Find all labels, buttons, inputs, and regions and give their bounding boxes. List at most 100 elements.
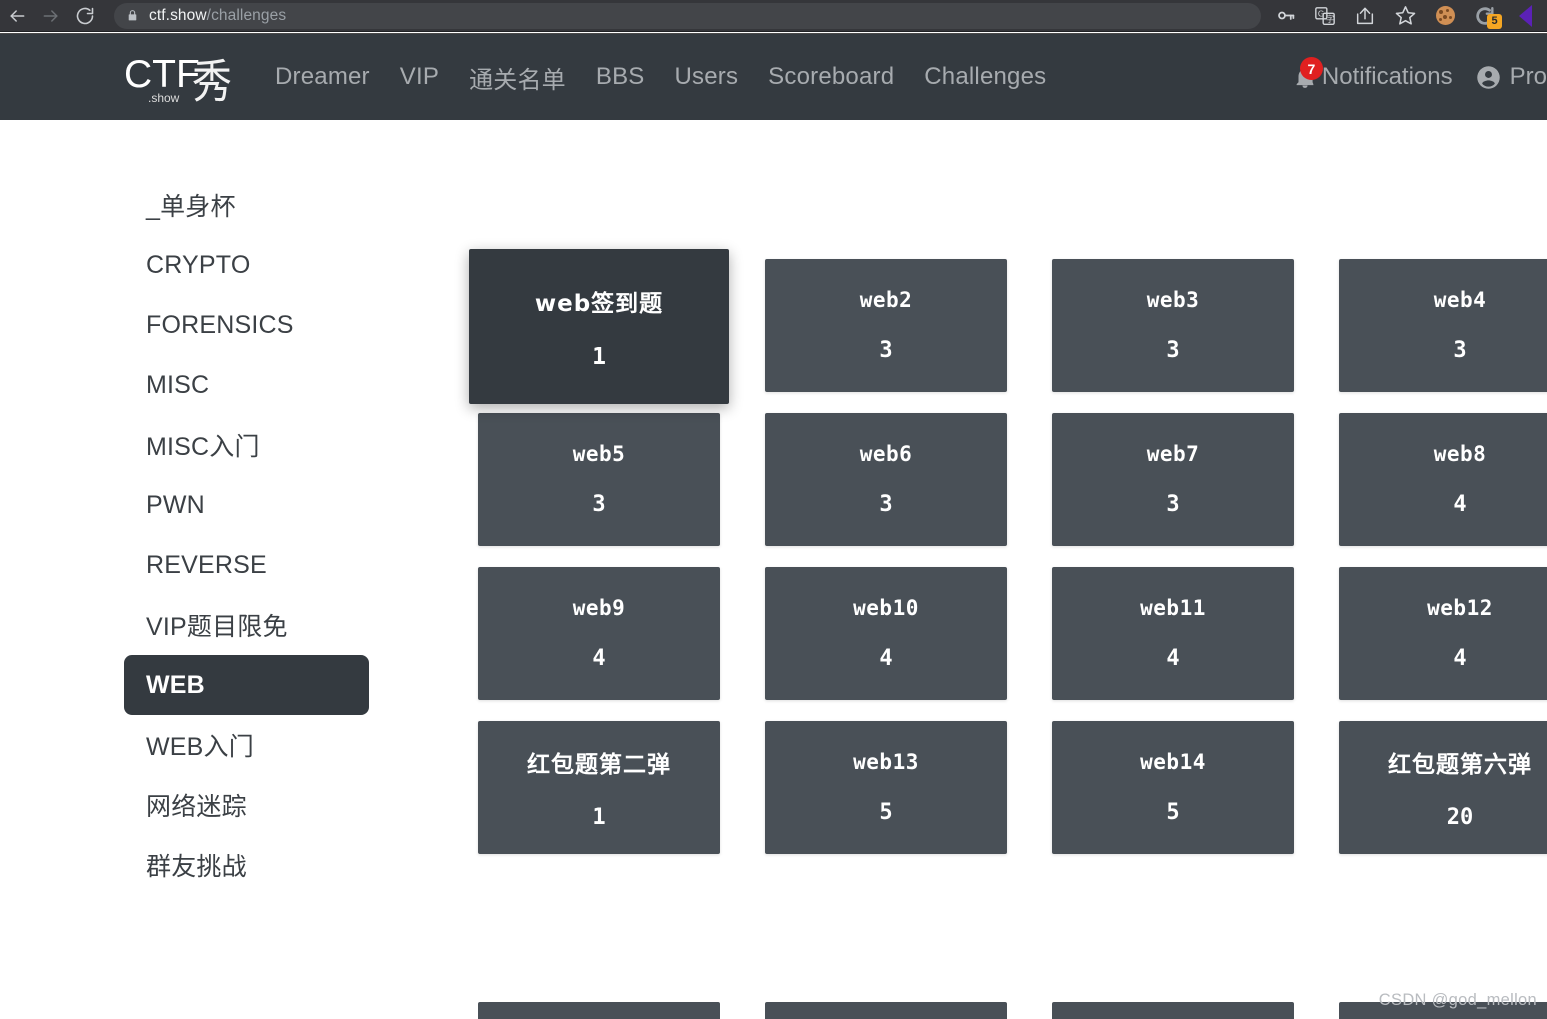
challenge-card[interactable]: web4 3 — [1339, 259, 1547, 392]
site-logo[interactable]: CTF .show 秀 — [124, 47, 232, 109]
sidebar-item-forensics[interactable]: FORENSICS — [124, 295, 369, 355]
challenge-title: web11 — [1140, 596, 1206, 620]
challenge-card[interactable] — [478, 1002, 720, 1019]
challenge-card[interactable] — [1052, 1002, 1294, 1019]
nav-item-challenges[interactable]: Challenges — [909, 63, 1061, 91]
forward-button[interactable] — [34, 1, 68, 31]
challenge-score: 3 — [879, 338, 893, 363]
person-icon — [1475, 64, 1502, 91]
category-sidebar: _单身杯 CRYPTO FORENSICS MISC MISC入门 PWN RE… — [124, 175, 369, 895]
challenge-score: 4 — [592, 646, 606, 671]
profile-label: Pro — [1509, 63, 1547, 90]
challenge-title: 红包题第六弹 — [1388, 752, 1532, 778]
challenge-grid: web签到题 1 web2 3 web3 3 web4 3 web5 3 web… — [469, 249, 1547, 854]
challenge-score: 4 — [1453, 492, 1467, 517]
challenge-card[interactable]: web14 5 — [1052, 721, 1294, 854]
site-navbar: CTF .show 秀 Dreamer VIP 通关名单 BBS Users S… — [0, 33, 1547, 120]
sidebar-item-reverse[interactable]: REVERSE — [124, 535, 369, 595]
back-button[interactable] — [0, 1, 34, 31]
reload-button[interactable] — [68, 1, 102, 31]
extension-badge-count: 5 — [1487, 13, 1502, 29]
challenge-card[interactable]: 红包题第六弹 20 — [1339, 721, 1547, 854]
translate-icon[interactable]: G字 — [1305, 1, 1345, 31]
challenge-score: 5 — [1166, 800, 1180, 825]
challenge-card[interactable]: web2 3 — [765, 259, 1007, 392]
sidebar-item-misc-intro[interactable]: MISC入门 — [124, 415, 369, 475]
nav-item-dreamer[interactable]: Dreamer — [260, 63, 385, 91]
logo-subtext: .show — [148, 91, 180, 105]
challenge-title: 红包题第二弹 — [527, 752, 671, 778]
challenge-card[interactable]: web签到题 1 — [469, 249, 729, 404]
challenge-card[interactable] — [765, 1002, 1007, 1019]
challenge-title: web14 — [1140, 750, 1206, 774]
challenge-card[interactable]: web6 3 — [765, 413, 1007, 546]
watermark-text: CSDN @god_mellon — [1378, 991, 1537, 1009]
challenge-score: 3 — [1166, 338, 1180, 363]
challenge-title: web10 — [853, 596, 919, 620]
challenge-title: web3 — [1146, 288, 1200, 312]
challenge-card[interactable]: web3 3 — [1052, 259, 1294, 392]
challenge-cell: web签到题 1 — [469, 249, 729, 404]
nav-item-bbs[interactable]: BBS — [581, 63, 660, 91]
nav-item-pass-list[interactable]: 通关名单 — [454, 60, 581, 95]
challenge-card[interactable]: web9 4 — [478, 567, 720, 700]
url-host: ctf.show — [149, 6, 207, 24]
browser-toolbar: ctf.show/challenges G字 5 — [0, 0, 1547, 32]
url-text: ctf.show/challenges — [149, 7, 286, 25]
svg-text:字: 字 — [1326, 13, 1334, 23]
challenge-title: web7 — [1146, 442, 1200, 466]
cookie-glyph — [1435, 6, 1455, 25]
notifications-label: Notifications — [1321, 63, 1453, 90]
challenge-card[interactable]: web11 4 — [1052, 567, 1294, 700]
challenge-score: 4 — [1166, 646, 1180, 671]
sidebar-item-web-intro[interactable]: WEB入门 — [124, 715, 369, 775]
challenge-card[interactable]: web13 5 — [765, 721, 1007, 854]
reload-icon — [75, 6, 95, 26]
challenge-card[interactable]: web8 4 — [1339, 413, 1547, 546]
challenge-card[interactable]: web5 3 — [478, 413, 720, 546]
challenge-score: 3 — [1166, 492, 1180, 517]
sidebar-item-misc[interactable]: MISC — [124, 355, 369, 415]
purple-extension-icon[interactable] — [1505, 1, 1545, 31]
challenge-card[interactable]: web7 3 — [1052, 413, 1294, 546]
password-key-icon[interactable] — [1265, 1, 1305, 31]
sidebar-item-web[interactable]: WEB — [124, 655, 369, 715]
challenge-score: 5 — [879, 800, 893, 825]
bookmark-star-icon[interactable] — [1385, 1, 1425, 31]
challenge-card[interactable]: web12 4 — [1339, 567, 1547, 700]
url-path: /challenges — [206, 6, 287, 24]
cookie-icon[interactable] — [1425, 1, 1465, 31]
sidebar-item-crypto[interactable]: CRYPTO — [124, 235, 369, 295]
challenge-title: web12 — [1427, 596, 1493, 620]
challenge-score: 3 — [1453, 338, 1467, 363]
challenge-card[interactable]: 红包题第二弹 1 — [478, 721, 720, 854]
sidebar-item-group-challenge[interactable]: 群友挑战 — [124, 835, 369, 895]
extension-icons: G字 5 — [1265, 1, 1547, 31]
primary-nav: Dreamer VIP 通关名单 BBS Users Scoreboard Ch… — [260, 60, 1061, 95]
profile-button[interactable]: Pro — [1475, 63, 1547, 91]
forward-arrow-icon — [41, 6, 61, 26]
challenge-title: web4 — [1433, 288, 1487, 312]
challenge-title: web13 — [853, 750, 919, 774]
clear-cache-icon[interactable]: 5 — [1465, 1, 1505, 31]
address-bar[interactable]: ctf.show/challenges — [114, 2, 1261, 29]
challenge-score: 1 — [592, 805, 606, 830]
challenge-card[interactable]: web10 4 — [765, 567, 1007, 700]
challenge-score: 3 — [879, 492, 893, 517]
sidebar-item-vip-free[interactable]: VIP题目限免 — [124, 595, 369, 655]
nav-item-users[interactable]: Users — [660, 63, 754, 91]
share-icon[interactable] — [1345, 1, 1385, 31]
page-body: _单身杯 CRYPTO FORENSICS MISC MISC入门 PWN RE… — [0, 120, 1547, 1019]
challenge-score: 1 — [592, 343, 606, 370]
sidebar-item-danshenbei[interactable]: _单身杯 — [124, 175, 369, 235]
sidebar-item-network-trace[interactable]: 网络迷踪 — [124, 775, 369, 835]
challenge-title: web5 — [572, 442, 626, 466]
nav-item-vip[interactable]: VIP — [385, 63, 454, 91]
challenge-title: web9 — [572, 596, 626, 620]
nav-item-scoreboard[interactable]: Scoreboard — [753, 63, 909, 91]
challenge-title: web8 — [1433, 442, 1487, 466]
sidebar-item-pwn[interactable]: PWN — [124, 475, 369, 535]
logo-cjk-char: 秀 — [192, 56, 232, 110]
notification-count-badge: 7 — [1299, 57, 1323, 80]
notifications-button[interactable]: 7 Notifications — [1288, 57, 1453, 94]
